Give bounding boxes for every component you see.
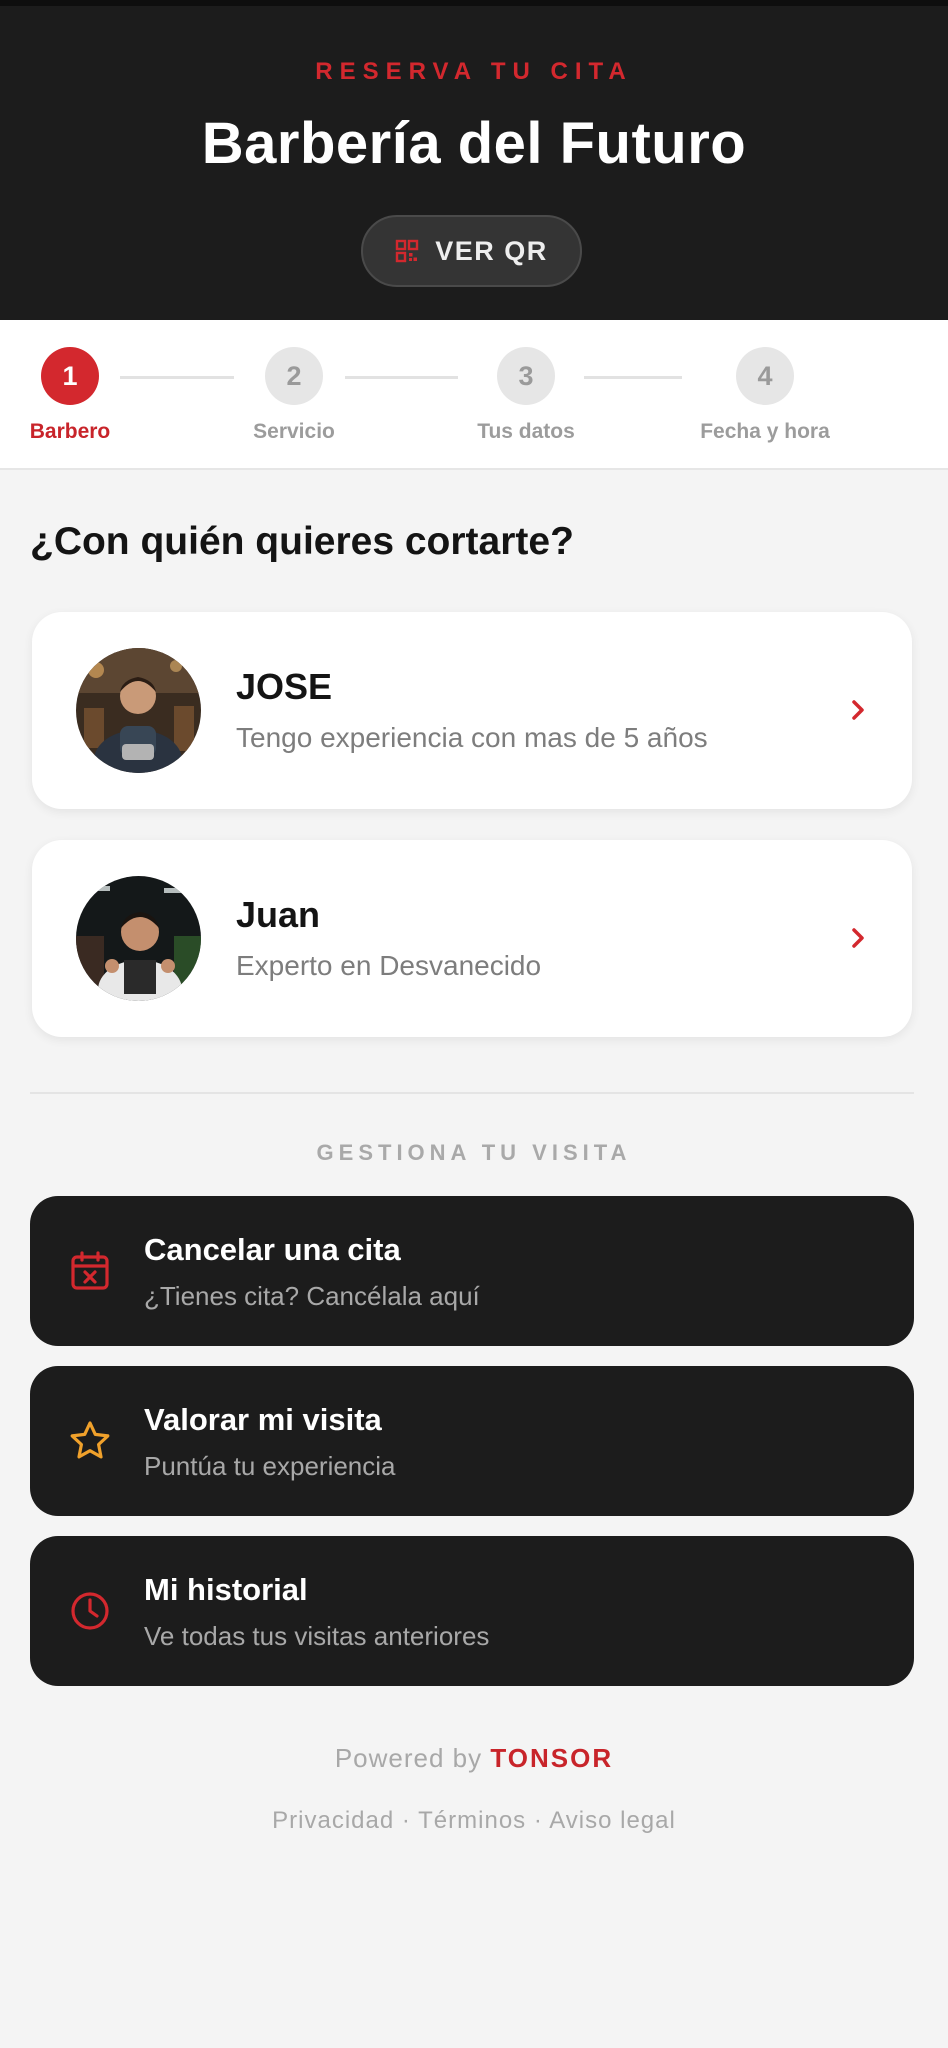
calendar-x-icon: [71, 1251, 109, 1290]
visit-history-button[interactable]: Mi historial Ve todas tus visitas anteri…: [30, 1536, 914, 1686]
avatar: [76, 648, 201, 773]
action-subtitle: Puntúa tu experiencia: [144, 1451, 396, 1481]
section-divider: [30, 1092, 914, 1094]
step-number: 1: [41, 347, 99, 405]
step-fecha-hora[interactable]: 4 Fecha y hora: [685, 347, 845, 444]
header-eyebrow: RESERVA TU CITA: [315, 58, 633, 85]
action-subtitle: ¿Tienes cita? Cancélala aquí: [144, 1281, 480, 1311]
cancel-appointment-button[interactable]: Cancelar una cita ¿Tienes cita? Cancélal…: [30, 1196, 914, 1346]
powered-by: Powered by TONSOR: [0, 1743, 948, 1774]
step-label: Servicio: [253, 420, 335, 443]
terms-link[interactable]: Términos: [418, 1807, 526, 1834]
action-subtitle: Ve todas tus visitas anteriores: [144, 1621, 490, 1651]
step-label: Barbero: [29, 420, 111, 443]
action-title: Valorar mi visita: [144, 1402, 382, 1437]
rate-visit-button[interactable]: Valorar mi visita Puntúa tu experiencia: [30, 1366, 914, 1516]
section-title: ¿Con quién quieres cortarte?: [30, 520, 574, 563]
link-separator: ·: [401, 1807, 411, 1834]
step-label: Fecha y hora: [700, 420, 830, 443]
barber-card-jose[interactable]: JOSE Tengo experiencia con mas de 5 años: [32, 612, 912, 809]
barber-name: JOSE: [236, 666, 333, 707]
tonsor-brand-link[interactable]: TONSOR: [490, 1743, 613, 1773]
step-tus-datos[interactable]: 3 Tus datos: [446, 347, 606, 444]
manage-visit-heading: GESTIONA TU VISITA: [316, 1140, 632, 1165]
barber-name: Juan: [236, 894, 321, 935]
action-title: Cancelar una cita: [144, 1232, 401, 1267]
barber-description: Experto en Desvanecido: [236, 950, 542, 981]
barber-description: Tengo experiencia con mas de 5 años: [236, 722, 708, 753]
legal-notice-link[interactable]: Aviso legal: [549, 1807, 676, 1834]
privacy-link[interactable]: Privacidad: [272, 1807, 394, 1834]
qr-code-icon: [396, 239, 419, 263]
step-barbero[interactable]: 1 Barbero: [0, 347, 150, 444]
powered-by-label: Powered by: [334, 1743, 483, 1773]
chevron-right-icon: [852, 700, 864, 720]
action-title: Mi historial: [144, 1572, 308, 1607]
step-label: Tus datos: [477, 420, 575, 443]
barber-card-juan[interactable]: Juan Experto en Desvanecido: [32, 840, 912, 1037]
step-number: 3: [497, 347, 555, 405]
avatar: [76, 876, 201, 1001]
chevron-right-icon: [852, 928, 864, 948]
step-servicio[interactable]: 2 Servicio: [214, 347, 374, 444]
link-separator: ·: [533, 1807, 543, 1834]
clock-icon: [71, 1592, 109, 1630]
step-number: 4: [736, 347, 794, 405]
view-qr-label: VER QR: [435, 235, 548, 266]
step-number: 2: [265, 347, 323, 405]
star-icon: [70, 1421, 110, 1459]
legal-links: Privacidad · Términos · Aviso legal: [0, 1807, 948, 1835]
shop-title: Barbería del Futuro: [201, 111, 747, 176]
app-header: RESERVA TU CITA Barbería del Futuro VER …: [0, 0, 948, 320]
view-qr-button[interactable]: VER QR: [361, 215, 582, 287]
booking-stepper: 1 Barbero 2 Servicio 3 Tus datos 4 Fecha…: [0, 320, 948, 470]
